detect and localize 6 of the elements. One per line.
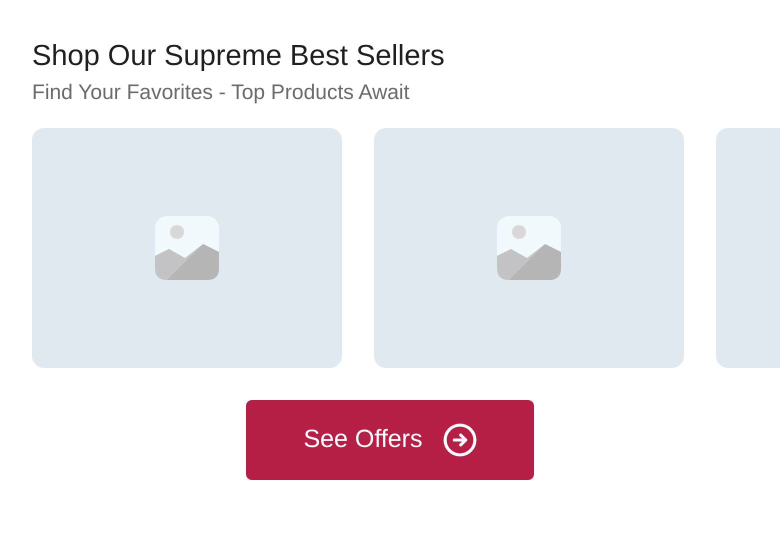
section-title: Shop Our Supreme Best Sellers xyxy=(32,39,446,74)
image-placeholder-icon xyxy=(155,216,219,280)
image-placeholder-icon xyxy=(497,216,561,280)
see-offers-button[interactable]: See Offers xyxy=(246,400,534,480)
arrow-circle-icon xyxy=(442,423,477,457)
section-subtitle: Find Your Favorites - Top Products Await xyxy=(32,80,410,106)
